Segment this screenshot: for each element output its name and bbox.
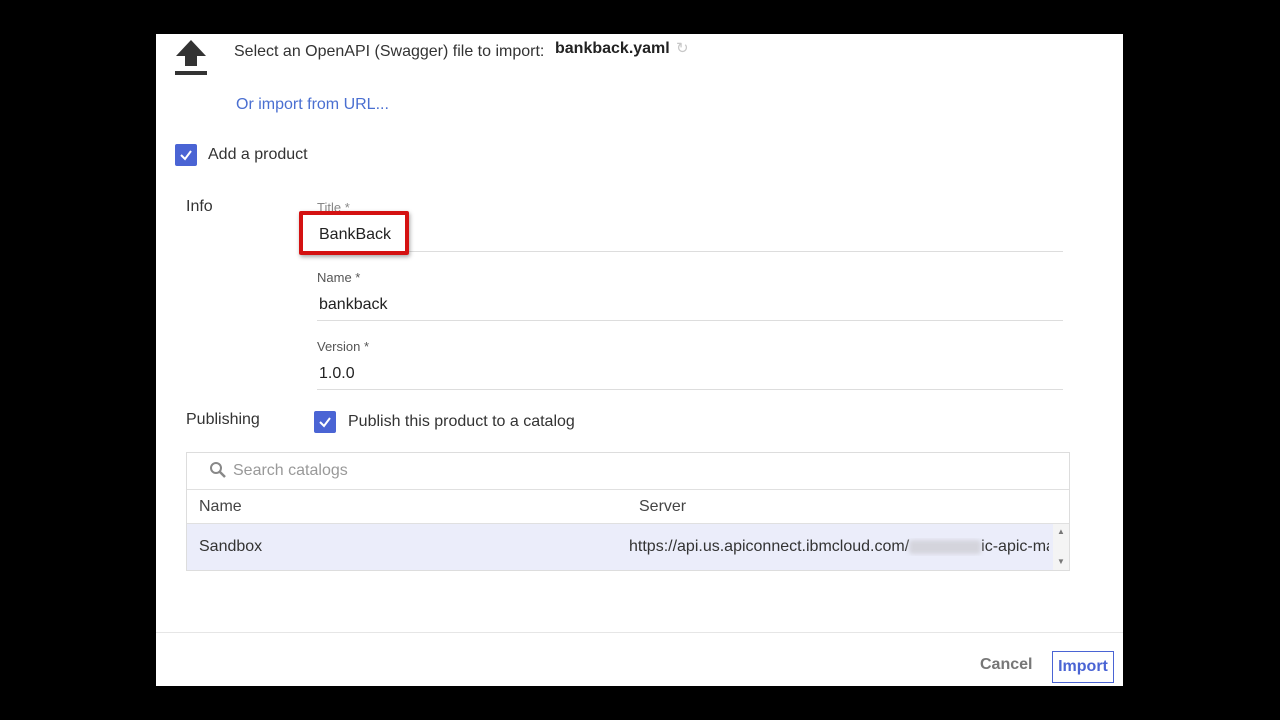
catalog-table: Name Server Sandbox https://api.us.apico… bbox=[186, 452, 1070, 571]
scroll-down-arrow-icon[interactable]: ▼ bbox=[1057, 558, 1065, 566]
import-file-label: Select an OpenAPI (Swagger) file to impo… bbox=[234, 43, 545, 60]
info-section-label: Info bbox=[186, 198, 213, 215]
title-field-underline bbox=[317, 251, 1063, 252]
add-product-checkbox[interactable] bbox=[175, 144, 197, 166]
name-field-label: Name * bbox=[317, 270, 361, 285]
publishing-section-label: Publishing bbox=[186, 411, 260, 428]
name-field[interactable]: bankback bbox=[319, 296, 388, 314]
redacted-text bbox=[909, 539, 982, 554]
catalog-search-input[interactable] bbox=[231, 459, 835, 483]
refresh-icon[interactable]: ↻ bbox=[676, 39, 689, 57]
import-from-url-link[interactable]: Or import from URL... bbox=[236, 96, 389, 114]
scroll-up-arrow-icon[interactable]: ▲ bbox=[1057, 528, 1065, 536]
cancel-button[interactable]: Cancel bbox=[980, 656, 1032, 674]
highlight-annotation-box bbox=[299, 211, 409, 255]
publish-catalog-checkbox[interactable] bbox=[314, 411, 336, 433]
row-scrollbar[interactable]: ▲ ▼ bbox=[1053, 524, 1069, 570]
upload-icon[interactable] bbox=[174, 39, 208, 77]
column-header-name[interactable]: Name bbox=[199, 498, 242, 516]
footer-divider bbox=[156, 632, 1123, 633]
catalog-name-cell: Sandbox bbox=[199, 538, 263, 555]
add-product-label: Add a product bbox=[208, 146, 308, 163]
catalog-search-row bbox=[187, 453, 1069, 490]
version-field[interactable]: 1.0.0 bbox=[319, 365, 355, 383]
selected-filename: bankback.yaml bbox=[555, 40, 670, 57]
table-row[interactable]: Sandbox https://api.us.apiconnect.ibmclo… bbox=[187, 524, 1069, 570]
version-field-label: Version * bbox=[317, 339, 370, 354]
publish-catalog-label: Publish this product to a catalog bbox=[348, 413, 575, 430]
checkmark-icon bbox=[180, 150, 192, 161]
checkmark-icon bbox=[319, 417, 331, 428]
import-api-dialog: Select an OpenAPI (Swagger) file to impo… bbox=[156, 34, 1123, 686]
import-button[interactable]: Import bbox=[1052, 651, 1114, 683]
search-icon bbox=[210, 462, 226, 478]
version-field-underline bbox=[317, 389, 1063, 390]
column-header-server[interactable]: Server bbox=[639, 498, 686, 516]
catalog-server-cell: https://api.us.apiconnect.ibmcloud.com/i… bbox=[629, 538, 1049, 555]
name-field-underline bbox=[317, 320, 1063, 321]
